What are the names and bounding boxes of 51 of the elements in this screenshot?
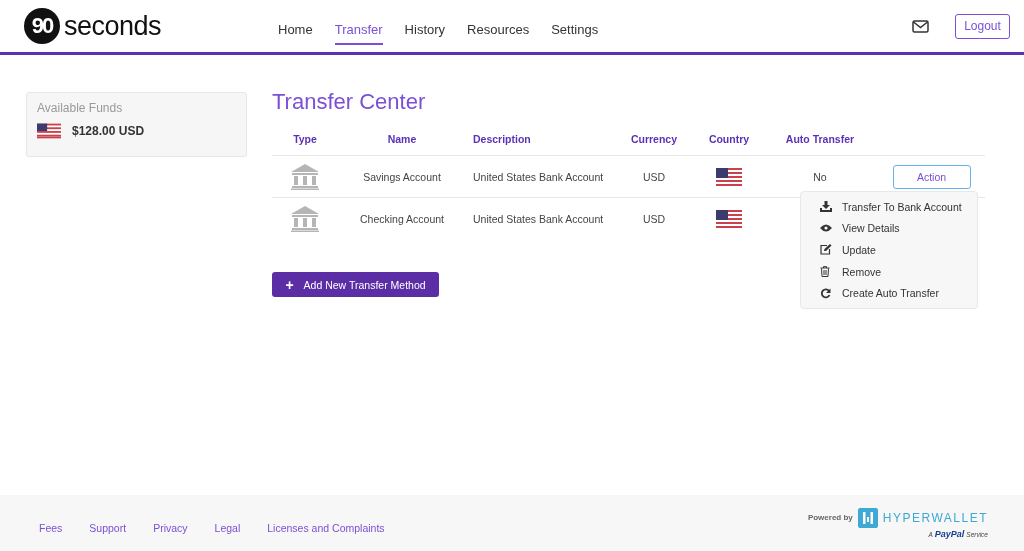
- bank-icon: [291, 205, 319, 232]
- column-header: Type: [293, 133, 317, 145]
- menu-item[interactable]: View Details: [842, 222, 900, 235]
- funds-amount: $128.00 USD: [72, 124, 145, 138]
- refresh-icon: [820, 287, 831, 299]
- hyperwallet-logo-icon: [857, 507, 878, 528]
- add-transfer-button[interactable]: + Add New Transfer Method: [272, 272, 439, 297]
- download-icon: [820, 201, 832, 213]
- eye-icon: [820, 224, 832, 233]
- menu-item[interactable]: Remove: [842, 265, 882, 278]
- footer-link[interactable]: Fees: [39, 522, 63, 534]
- edit-icon: [820, 244, 832, 256]
- table-cell: Savings Account: [363, 170, 441, 183]
- nav-link[interactable]: Settings: [551, 15, 599, 45]
- table-cell: USD: [642, 170, 666, 183]
- table-cell: United States Bank Account: [473, 170, 604, 183]
- paypal-text: PayPal: [934, 528, 965, 539]
- action-button[interactable]: Action: [892, 164, 971, 189]
- column-header: Country: [708, 133, 750, 145]
- nav-link[interactable]: Home: [278, 15, 313, 45]
- table-cell: United States Bank Account: [473, 212, 604, 225]
- trash-icon: [820, 266, 830, 278]
- column-header: Name: [387, 133, 417, 145]
- nav-link[interactable]: History: [404, 15, 446, 45]
- logout-button[interactable]: Logout: [955, 13, 1010, 39]
- flag-icon: [716, 209, 742, 228]
- table-cell: Checking Account: [359, 212, 445, 225]
- footer-link[interactable]: Support: [89, 522, 127, 534]
- menu-item[interactable]: Update: [842, 244, 876, 256]
- footer-link[interactable]: Legal: [214, 522, 241, 534]
- provider-name: HYPERWALLET: [882, 510, 988, 525]
- column-header: Currency: [630, 133, 678, 145]
- table-cell: No: [813, 170, 827, 183]
- logo-text: seconds: [64, 10, 162, 42]
- mail-icon[interactable]: [912, 19, 929, 33]
- footer-link[interactable]: Privacy: [153, 522, 188, 534]
- funds-title: Available Funds: [37, 101, 124, 115]
- column-header: Auto Transfer: [785, 133, 855, 145]
- flag-icon: [716, 167, 742, 186]
- logo-mark: 90: [24, 8, 60, 44]
- page-title: Transfer Center: [272, 89, 427, 116]
- menu-item[interactable]: Transfer To Bank Account: [842, 200, 962, 213]
- flag-icon: [37, 123, 61, 139]
- column-header: Description: [473, 133, 531, 145]
- powered-by-label: Powered by: [807, 513, 853, 522]
- menu-item[interactable]: Create Auto Transfer: [842, 287, 939, 300]
- bank-icon: [291, 163, 319, 190]
- table-cell: USD: [642, 212, 666, 225]
- nav-link[interactable]: Resources: [467, 15, 530, 45]
- nav-link[interactable]: Transfer: [334, 15, 383, 45]
- footer-link[interactable]: Licenses and Complaints: [267, 522, 385, 534]
